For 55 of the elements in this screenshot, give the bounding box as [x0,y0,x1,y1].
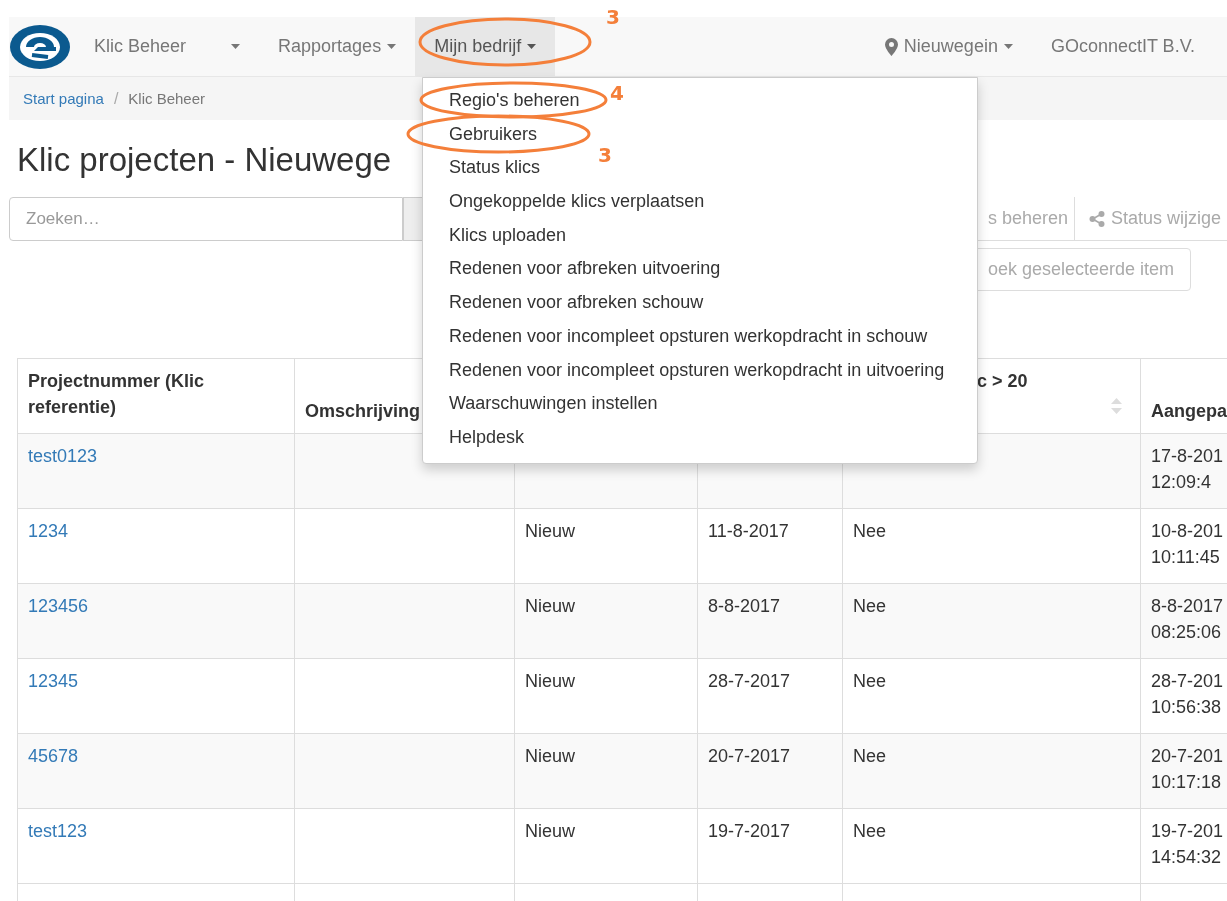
logo-icon[interactable] [10,25,70,69]
menu-item[interactable]: Gebruikers [423,117,564,152]
table-cell: Nee [842,733,1141,809]
table-cell: 20-7-201 10:17:18 [1140,733,1227,809]
column-header[interactable]: Projectnummer (Klic referentie) [17,358,295,434]
menu-item[interactable]: Redenen voor afbreken schouw [423,286,730,320]
menu-item[interactable]: Status klics [423,151,567,186]
table-cell: Nee [842,808,1141,884]
sort-icon [1111,398,1122,414]
breadcrumb-current: Klic Beheer [128,90,206,107]
menu-item[interactable]: Redenen voor afbreken uitvoering [423,252,747,287]
annotation-number: 3 [606,5,620,29]
nav-menu[interactable]: Klic Beheer [75,17,260,76]
table-cell: Nee [842,508,1141,584]
nav-menu[interactable]: Mijn bedrijf [415,17,556,76]
project-link[interactable]: test123 [28,821,88,841]
table-cell: 11-8-2017 [697,508,843,584]
table-cell: 8-8-2017 [697,583,843,659]
search-field[interactable]: Zoeken… [9,197,403,241]
table-cell: Nieuw [514,733,698,809]
table-cell: 20-7-2017 [697,733,843,809]
caret-icon [527,44,537,49]
table-cell: Nieuw [514,808,698,884]
menu-item[interactable]: Klics uploaden [423,218,593,253]
company-link[interactable]: GOconnectIT B.V. [1031,17,1227,76]
page-title: Klic projecten - Nieuwege [17,142,392,178]
table-cell: 28-7-2017 [697,658,843,734]
caret-icon [231,44,241,49]
column-header[interactable]: Aangepa [1140,358,1227,434]
caret-icon [387,44,397,49]
project-link[interactable]: 123456 [28,596,89,616]
annotation-number: 3 [598,143,612,167]
annotation-number: 4 [610,81,624,105]
menu-item[interactable]: Redenen voor incompleet opsturen werkopdracht in schouw [423,319,954,354]
table-cell: Nieuw [514,658,698,734]
table-cell: 17-8-201 12:09:4 [1140,433,1227,509]
table-cell: Nieuw [514,583,698,659]
project-link[interactable]: 12345 [28,671,79,691]
location-menu[interactable]: Nieuwegein [865,17,1032,76]
map-pin-icon [884,37,898,56]
table-cell: Nieuw [514,508,698,584]
table-cell: Nee [842,583,1141,659]
caret-icon [1003,44,1013,49]
menu-item[interactable]: Ongekoppelde klics verplaatsen [423,185,731,219]
table-cell: 19-7-2017 [697,808,843,884]
table-cell: 8-8-2017 08:25:06 [1140,583,1227,659]
project-link[interactable]: test0123 [28,446,98,466]
project-link[interactable]: 45678 [28,746,79,766]
breadcrumb-separator: / [112,89,120,108]
project-link[interactable]: 1234 [28,521,69,541]
table-cell: Nee [842,658,1141,734]
nav-menu[interactable]: Rapportages [259,17,416,76]
breadcrumb-link[interactable]: Start pagina [23,90,104,107]
menu-item[interactable]: Regio's beheren [423,84,606,118]
share-icon [1088,210,1105,227]
